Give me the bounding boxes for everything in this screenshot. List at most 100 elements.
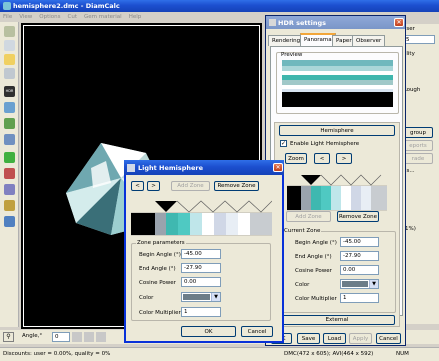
lh-color-combo[interactable]: ▼ <box>181 292 221 302</box>
menu-cut[interactable]: Cut <box>68 14 77 20</box>
lh-close-icon[interactable]: ✕ <box>273 163 283 172</box>
zone-swatch[interactable] <box>178 213 190 235</box>
menu-file[interactable]: File <box>3 14 12 20</box>
tool-scene-icon[interactable] <box>4 184 15 195</box>
lh-cancel-button[interactable]: Cancel <box>241 326 273 337</box>
save-icon[interactable] <box>4 216 15 227</box>
hdr-begin-angle-input[interactable]: -45.00 <box>340 237 379 247</box>
hdr-next-zone-button[interactable]: > <box>336 153 352 164</box>
folder-icon[interactable] <box>4 200 15 211</box>
tab-observer[interactable]: Observer <box>352 35 386 46</box>
menu-help[interactable]: Help <box>129 14 142 20</box>
hdr-window-title: HDR settings <box>278 18 326 27</box>
menu-gem-material[interactable]: Gem material <box>84 14 122 20</box>
lh-prev-zone-button[interactable]: < <box>131 181 144 191</box>
hdr-end-angle-label: End Angle (°) <box>295 254 332 260</box>
hemisphere-button[interactable]: Hemisphere <box>279 125 395 136</box>
magnifier-icon[interactable]: ⚲ <box>3 332 14 342</box>
zone-swatch[interactable] <box>131 213 155 235</box>
right-side-panel: aser 5 ality Rough group eports rade ls.… <box>403 24 439 324</box>
hdr-cosine-power-input[interactable]: 0.00 <box>340 265 379 275</box>
status-bar: Discounts: user = 0.00%, quality = 0% DM… <box>0 347 439 361</box>
hdr-color-label: Color <box>295 282 310 288</box>
lh-begin-angle-label: Begin Angle (°) <box>139 252 181 258</box>
zone-swatch[interactable] <box>226 213 238 235</box>
hdr-icon[interactable]: HDR <box>4 86 15 97</box>
play-icon[interactable] <box>4 152 15 163</box>
status-text: Discounts: user = 0.00%, quality = 0% <box>3 351 111 357</box>
main-window-title: hemisphere2.dmc - DiamCalc <box>13 2 120 10</box>
hdr-zone-bar[interactable] <box>287 173 387 211</box>
zone-swatch[interactable] <box>155 213 166 235</box>
hdr-color-multiplier-label: Color Multiplier <box>295 296 337 302</box>
current-zone-label: Current Zone <box>283 228 322 234</box>
hdr-add-zone-button[interactable]: Add Zone <box>286 211 331 222</box>
hdr-color-multiplier-input[interactable]: 1 <box>340 293 379 303</box>
hdr-end-angle-input[interactable]: -27.90 <box>340 251 379 261</box>
angle-input[interactable]: 0 <box>52 332 70 342</box>
reset-view-icon[interactable] <box>96 332 106 342</box>
zone-swatch[interactable] <box>190 213 202 235</box>
lh-titlebar: Light Hemisphere ✕ <box>124 160 284 175</box>
zone-swatch[interactable] <box>166 213 178 235</box>
lh-next-zone-button[interactable]: > <box>147 181 160 191</box>
group-button[interactable]: group <box>403 127 433 138</box>
menu-bar: File View Options Cut Gem material Help <box>3 14 148 20</box>
right-label-percent: 1%) <box>405 226 416 232</box>
tool-grid-icon[interactable] <box>4 134 15 145</box>
menu-options[interactable]: Options <box>39 14 60 20</box>
lh-color-swatch <box>183 294 210 300</box>
left-toolbar: HDR <box>0 22 19 327</box>
lh-begin-angle-input[interactable]: -45.00 <box>181 249 221 259</box>
hdr-save-button[interactable]: Save <box>297 333 320 344</box>
lh-color-multiplier-input[interactable]: 1 <box>181 307 221 317</box>
hdr-cancel-button[interactable]: Cancel <box>376 333 401 344</box>
tool-zoom-icon[interactable] <box>4 102 15 113</box>
lh-color-label: Color <box>139 295 154 301</box>
tool-cut-icon[interactable] <box>4 68 15 79</box>
lh-add-zone-button[interactable]: Add Zone <box>171 181 210 191</box>
lh-dialog-title: Light Hemisphere <box>138 163 204 172</box>
rotate-right-icon[interactable] <box>84 332 94 342</box>
zoom-button[interactable]: Zoom <box>285 153 307 164</box>
zone-swatch[interactable] <box>202 213 214 235</box>
chevron-down-icon: ▼ <box>369 280 378 288</box>
rotate-left-icon[interactable] <box>72 332 82 342</box>
grade-button[interactable]: rade <box>403 153 433 164</box>
preview-label: Preview <box>281 52 303 58</box>
app-icon <box>3 2 11 10</box>
hdr-prev-zone-button[interactable]: < <box>314 153 330 164</box>
enable-hemisphere-checkbox[interactable]: ✓ <box>280 140 287 147</box>
tool-view-icon[interactable] <box>4 40 15 51</box>
lh-remove-zone-button[interactable]: Remove Zone <box>214 181 259 191</box>
lh-ok-button[interactable]: OK <box>181 326 236 337</box>
chevron-down-icon: ▼ <box>211 293 220 301</box>
external-button[interactable]: External <box>279 315 395 325</box>
lh-color-multiplier-label: Color Multiplier <box>139 310 181 316</box>
reports-button[interactable]: eports <box>403 140 433 151</box>
zone-swatch[interactable] <box>238 213 250 235</box>
hdr-remove-zone-button[interactable]: Remove Zone <box>337 211 379 222</box>
hdr-load-button[interactable]: Load <box>323 333 346 344</box>
lh-end-angle-input[interactable]: -27.90 <box>181 263 221 273</box>
lh-end-angle-label: End Angle (°) <box>139 266 176 272</box>
zone-swatch[interactable] <box>250 213 272 235</box>
lh-cosine-power-input[interactable]: 0.00 <box>181 277 221 287</box>
tool-move-icon[interactable] <box>4 118 15 129</box>
tab-panorama[interactable]: Panorama <box>300 33 336 46</box>
hdr-apply-button[interactable]: Apply <box>349 333 372 344</box>
status-num: NUM <box>396 351 409 357</box>
record-icon[interactable] <box>4 168 15 179</box>
tab-rendering[interactable]: Rendering <box>268 35 305 46</box>
lh-zone-bar[interactable] <box>131 197 272 237</box>
enable-hemisphere-label: Enable Light Hemisphere <box>290 141 360 147</box>
panorama-preview <box>282 60 393 107</box>
right-combo[interactable]: 5 <box>403 35 435 44</box>
tool-light-icon[interactable] <box>4 54 15 65</box>
tool-rotate-icon[interactable] <box>4 26 15 37</box>
hdr-close-icon[interactable]: ✕ <box>394 18 404 27</box>
hdr-color-combo[interactable]: ▼ <box>340 279 379 289</box>
zone-swatch[interactable] <box>214 213 226 235</box>
menu-view[interactable]: View <box>19 14 32 20</box>
right-label-tools: ls... <box>405 168 415 174</box>
